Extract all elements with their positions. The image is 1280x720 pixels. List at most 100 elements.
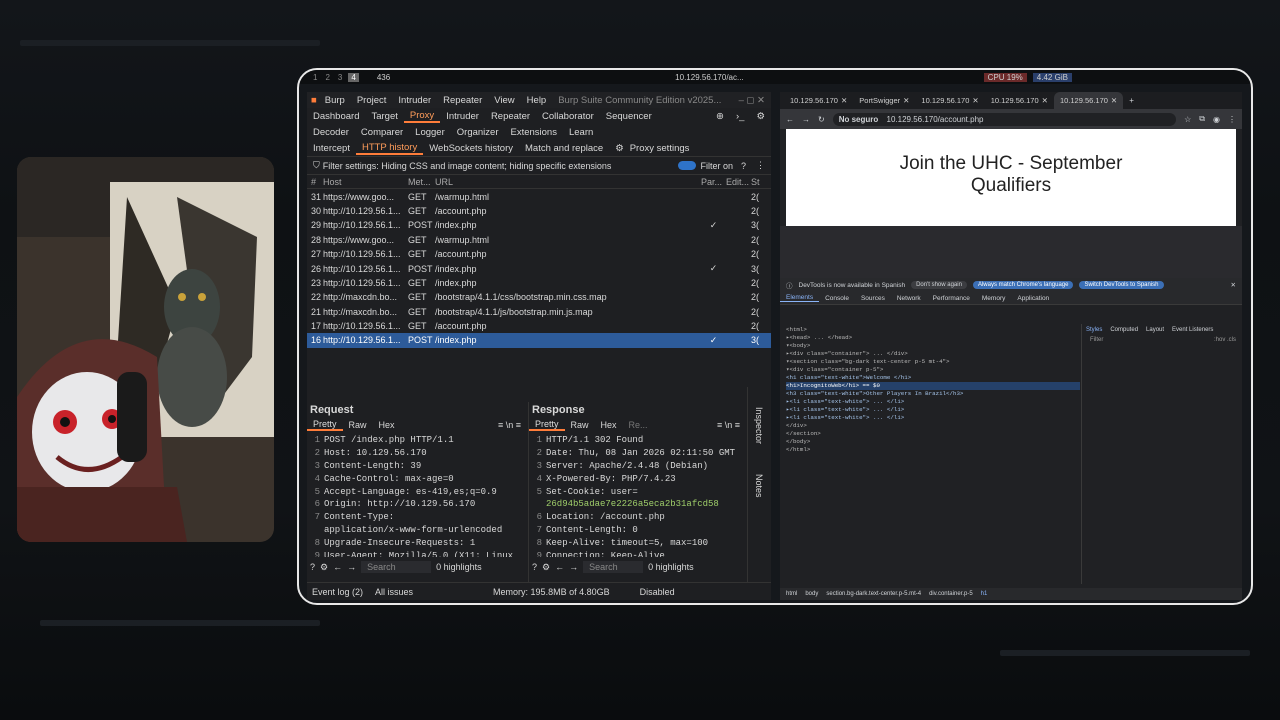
globe-icon[interactable]: ⊕ (710, 111, 730, 122)
breadcrumb-item[interactable]: body (805, 591, 818, 597)
reload-icon[interactable]: ↻ (818, 115, 825, 124)
filter-settings[interactable]: Filter settings: Hiding CSS and image co… (323, 161, 612, 171)
dom-node[interactable]: </section> (786, 430, 1080, 438)
response-editor[interactable]: 1 HTTP/1.1 302 Found 2 Date: Thu, 08 Jan 20… (529, 432, 746, 557)
col-host[interactable]: Host (323, 177, 408, 187)
filter-toggle[interactable] (678, 161, 697, 170)
dom-node[interactable]: ▸<div class="container"> ... </div> (786, 350, 1080, 358)
dom-node[interactable]: ▸<li class="text-white"> ... </li> (786, 406, 1080, 414)
menu-repeater[interactable]: Repeater (437, 95, 488, 106)
dom-node[interactable]: ▸<li class="text-white"> ... </li> (786, 414, 1080, 422)
dom-node[interactable]: </html> (786, 446, 1080, 454)
help-icon[interactable]: ? (741, 161, 746, 171)
request-search-input[interactable]: Search (361, 561, 432, 573)
res-tab-raw[interactable]: Raw (565, 420, 595, 430)
workspace-1[interactable]: 1 (313, 73, 317, 82)
close-icon[interactable]: ✕ (1231, 281, 1242, 289)
menu-view[interactable]: View (488, 95, 520, 106)
tab-logger[interactable]: Logger (409, 127, 451, 138)
workspace-2[interactable]: 2 (325, 73, 329, 82)
forward-icon[interactable]: → (347, 562, 356, 572)
event-log-button[interactable]: Event log (2) (312, 587, 363, 597)
table-row[interactable]: 29 http://10.129.56.1... POST/index.php ✓ 3( (307, 218, 771, 232)
dom-node[interactable]: ▸<li class="text-white"> ... </li> (786, 398, 1080, 406)
tab-target[interactable]: Target (365, 111, 403, 122)
tab-extensions[interactable]: Extensions (504, 127, 562, 138)
col-method[interactable]: Met... (408, 177, 435, 187)
styles-tab[interactable]: Computed (1110, 327, 1138, 333)
table-row[interactable]: 26 http://10.129.56.1... POST/index.php ✓ 3( (307, 261, 771, 275)
tab-proxy[interactable]: Proxy (403, 110, 441, 123)
back-icon[interactable]: ← (555, 562, 564, 572)
help-icon[interactable]: ? (310, 562, 315, 572)
subtab-intercept[interactable]: Intercept (307, 143, 356, 154)
table-row[interactable]: 27 http://10.129.56.1... GET/account.php 2( (307, 247, 771, 261)
styles-tab[interactable]: Layout (1146, 327, 1164, 333)
tab-intruder[interactable]: Intruder (440, 111, 485, 122)
more-icon[interactable]: ⋮ (756, 160, 765, 171)
menu-intruder[interactable]: Intruder (392, 95, 437, 106)
res-tab-render[interactable]: Re... (623, 420, 654, 430)
subtab-websockets-history[interactable]: WebSockets history (423, 143, 519, 154)
gear-icon[interactable]: ⚙ (609, 143, 630, 154)
dom-node[interactable]: </body> (786, 438, 1080, 446)
styles-tab[interactable]: Event Listeners (1172, 327, 1213, 333)
subtab-http-history[interactable]: HTTP history (355, 142, 424, 155)
col-url[interactable]: URL (435, 177, 701, 187)
menu-project[interactable]: Project (351, 95, 393, 106)
hov-cls-toggle[interactable]: :hov .cls (1214, 337, 1242, 343)
close-icon[interactable]: ✕ (1042, 96, 1048, 105)
table-row[interactable]: 22 http://maxcdn.bo... GET/bootstrap/4.1.1… (307, 290, 771, 304)
window-controls[interactable]: – ◻ ✕ (733, 95, 771, 106)
req-wrap-icon[interactable]: ≡ \n ≡ (492, 420, 527, 430)
dom-tree[interactable]: <html> ▸<head> ... </head> ▾<body> ▸<div c… (780, 324, 1080, 454)
styles-tab[interactable]: Styles (1086, 327, 1102, 333)
browser-tab[interactable]: 10.129.56.170 ✕ (1053, 92, 1124, 109)
tab-sequencer[interactable]: Sequencer (600, 111, 658, 122)
dom-node[interactable]: ▾<div class="container p-5"> (786, 366, 1080, 374)
menu-icon[interactable]: ⋮ (1228, 115, 1236, 124)
col-status[interactable]: St (751, 177, 763, 187)
req-tab-hex[interactable]: Hex (373, 420, 401, 430)
dom-node[interactable]: ▾<body> (786, 342, 1080, 350)
devtools-tab[interactable]: Network (891, 295, 927, 302)
close-icon[interactable]: ✕ (1111, 96, 1117, 105)
settings-icon[interactable]: ⚙ (542, 562, 550, 573)
breadcrumb-item[interactable]: div.container.p-5 (929, 591, 973, 597)
close-icon[interactable]: ✕ (841, 96, 847, 105)
tab-organizer[interactable]: Organizer (451, 127, 505, 138)
devtools-tab[interactable]: Sources (855, 295, 891, 302)
address-bar[interactable]: No seguro 10.129.56.170/account.php (832, 112, 1177, 126)
notes-tab[interactable]: Notes (754, 474, 764, 498)
table-row[interactable]: 23 http://10.129.56.1... GET/index.php 2( (307, 276, 771, 290)
switch-spanish-button[interactable]: Switch DevTools to Spanish (1079, 281, 1164, 289)
dom-node[interactable]: ▾<section class="bg-dark text-center p-5… (786, 358, 1080, 366)
proxy-settings-button[interactable]: Proxy settings (630, 143, 690, 154)
req-tab-raw[interactable]: Raw (343, 420, 373, 430)
breadcrumb-item[interactable]: section.bg-dark.text-center.p-5.mt-4 (826, 591, 921, 597)
res-tab-pretty[interactable]: Pretty (529, 419, 565, 431)
filter-input[interactable]: Filter (1090, 337, 1103, 343)
dom-node[interactable]: <h1>IncognitoWeb</h1> == $0 (786, 382, 1080, 390)
help-icon[interactable]: ? (532, 562, 537, 572)
response-search-input[interactable]: Search (583, 561, 644, 573)
request-editor[interactable]: 1 POST /index.php HTTP/1.1 2 Host: 10.129.5… (307, 432, 527, 557)
tab-learn[interactable]: Learn (563, 127, 599, 138)
res-wrap-icon[interactable]: ≡ \n ≡ (711, 420, 746, 430)
bookmark-icon[interactable]: ☆ (1184, 115, 1191, 124)
settings-icon[interactable]: ⚙ (320, 562, 328, 573)
forward-icon[interactable]: → (569, 562, 578, 572)
tab-decoder[interactable]: Decoder (307, 127, 355, 138)
tab-comparer[interactable]: Comparer (355, 127, 409, 138)
menu-burp[interactable]: Burp (319, 95, 351, 106)
browser-tab[interactable]: 10.129.56.170 ✕ (985, 92, 1054, 109)
dom-node[interactable]: <html> (786, 326, 1080, 334)
dom-node[interactable]: <h1 class="text-white">Welcome </h1> (786, 374, 1080, 382)
close-icon[interactable]: ✕ (903, 96, 909, 105)
match-language-button[interactable]: Always match Chrome's language (972, 281, 1074, 289)
tab-repeater[interactable]: Repeater (485, 111, 536, 122)
breadcrumb-item[interactable]: h1 (981, 591, 988, 597)
back-icon[interactable]: ← (333, 562, 342, 572)
dom-node[interactable]: <h3 class="text-white">Other Players In … (786, 390, 1080, 398)
close-icon[interactable]: ✕ (972, 96, 978, 105)
